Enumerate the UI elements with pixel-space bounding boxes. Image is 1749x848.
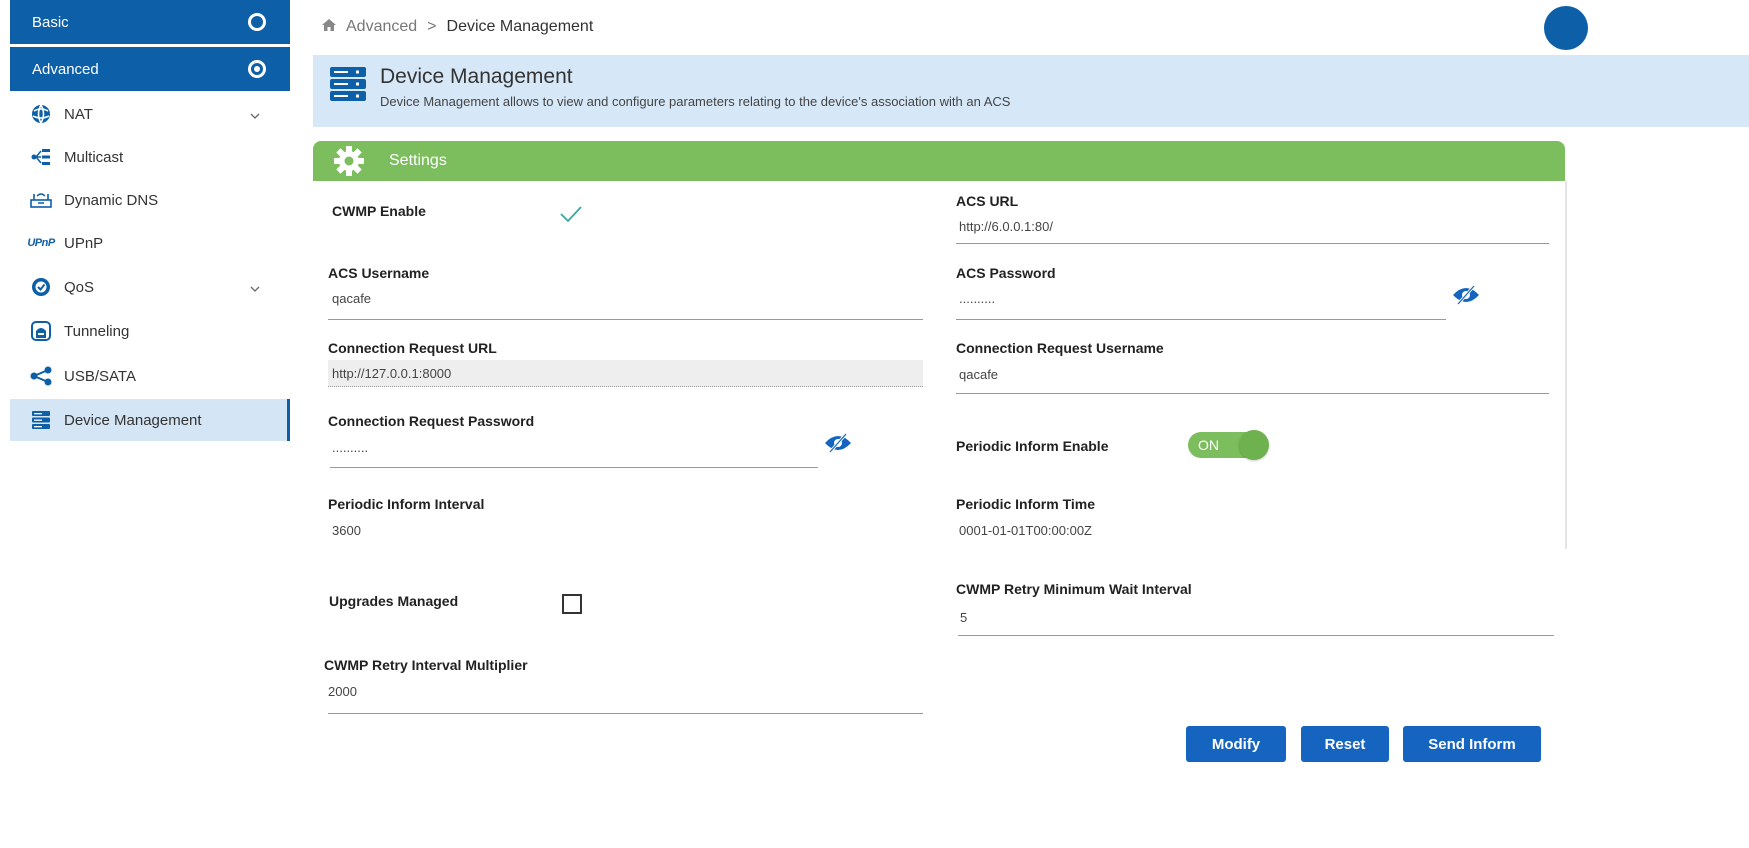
periodic-inform-time-label: Periodic Inform Time — [956, 496, 1095, 512]
sidebar-basic-header[interactable]: Basic — [10, 0, 290, 44]
breadcrumb-separator: > — [427, 18, 437, 35]
page-title: Device Management — [380, 65, 573, 88]
reset-button[interactable]: Reset — [1301, 726, 1389, 762]
sidebar-item-usb-sata[interactable]: USB/SATA — [10, 355, 290, 397]
conn-req-username-input[interactable]: qacafe — [959, 367, 998, 382]
sidebar-advanced-label: Advanced — [32, 60, 99, 78]
acs-password-label: ACS Password — [956, 265, 1056, 281]
sidebar-item-label: Device Management — [64, 411, 202, 429]
conn-req-password-input[interactable]: .......... — [332, 440, 368, 455]
chevron-down-icon — [250, 106, 260, 123]
sidebar-basic-label: Basic — [32, 13, 69, 31]
tunnel-icon — [30, 321, 52, 341]
conn-req-password-label: Connection Request Password — [328, 413, 535, 429]
cwmp-enable-label: CWMP Enable — [332, 203, 426, 219]
periodic-inform-time-input[interactable]: 0001-01-01T00:00:00Z — [959, 523, 1092, 538]
sidebar-item-label: Dynamic DNS — [64, 191, 159, 209]
sidebar-item-label: Tunneling — [64, 322, 130, 340]
server-icon — [330, 67, 366, 106]
upgrades-managed-checkbox[interactable] — [562, 594, 582, 614]
sidebar-item-label: Multicast — [64, 148, 124, 166]
sidebar-item-device-management[interactable]: Device Management — [10, 399, 290, 441]
modify-button[interactable]: Modify — [1186, 726, 1286, 762]
acs-password-input[interactable]: .......... — [959, 291, 995, 306]
chevron-down-icon — [250, 279, 260, 296]
sidebar-item-dynamic-dns[interactable]: Dynamic DNS — [10, 179, 290, 221]
retry-multiplier-underline — [328, 713, 923, 714]
acs-username-underline — [328, 319, 923, 320]
sidebar-item-upnp[interactable]: UPnP UPnP — [10, 222, 290, 264]
sidebar-item-tunneling[interactable]: Tunneling — [10, 310, 290, 352]
eye-slash-icon[interactable] — [824, 433, 852, 458]
server-icon — [30, 410, 52, 430]
sidebar-item-label: NAT — [64, 105, 93, 123]
home-icon[interactable] — [322, 18, 336, 36]
conn-req-password-underline — [330, 467, 818, 468]
eye-slash-icon[interactable] — [1452, 285, 1480, 310]
corner-menu-button[interactable] — [1544, 6, 1588, 50]
radio-circle-icon — [248, 13, 266, 31]
periodic-inform-toggle[interactable]: ON — [1188, 430, 1269, 460]
sidebar-advanced-header[interactable]: Advanced — [10, 47, 290, 91]
share-icon — [30, 366, 52, 386]
page-description: Device Management allows to view and con… — [380, 94, 1011, 109]
periodic-inform-enable-label: Periodic Inform Enable — [956, 438, 1109, 454]
acs-password-underline — [956, 319, 1446, 320]
conn-req-username-label: Connection Request Username — [956, 340, 1164, 356]
acs-url-underline — [956, 243, 1549, 244]
sidebar-item-label: UPnP — [64, 234, 104, 252]
qos-icon — [30, 277, 52, 297]
toggle-state-text: ON — [1198, 437, 1219, 453]
acs-url-input[interactable]: http://6.0.0.1:80/ — [959, 219, 1053, 234]
sidebar-item-label: USB/SATA — [64, 367, 136, 385]
retry-min-wait-underline — [958, 635, 1554, 636]
acs-username-input[interactable]: qacafe — [332, 291, 371, 306]
sidebar: Basic Advanced NAT Multicast Dynamic DNS… — [0, 0, 292, 848]
breadcrumb-current: Device Management — [446, 18, 594, 35]
sidebar-item-nat[interactable]: NAT — [10, 93, 290, 135]
send-inform-button[interactable]: Send Inform — [1403, 726, 1541, 762]
breadcrumb-parent[interactable]: Advanced — [346, 18, 417, 36]
radio-selected-icon — [248, 60, 266, 78]
settings-header: Settings — [313, 141, 1565, 181]
conn-req-username-underline — [956, 393, 1549, 394]
periodic-inform-interval-input[interactable]: 3600 — [332, 523, 361, 538]
conn-req-url-value: http://127.0.0.1:8000 — [332, 366, 452, 381]
conn-req-url-label: Connection Request URL — [328, 340, 497, 356]
gear-icon — [331, 146, 367, 176]
sidebar-item-multicast[interactable]: Multicast — [10, 136, 290, 178]
acs-url-label: ACS URL — [956, 193, 1019, 209]
info-banner: Device Management Device Management allo… — [313, 55, 1749, 127]
periodic-inform-interval-label: Periodic Inform Interval — [328, 496, 485, 512]
upgrades-managed-label: Upgrades Managed — [329, 593, 459, 609]
multicast-icon — [30, 147, 52, 167]
breadcrumb: Advanced > Device Management — [322, 18, 593, 36]
globe-icon — [30, 104, 52, 124]
toggle-knob — [1239, 430, 1269, 460]
retry-min-wait-label: CWMP Retry Minimum Wait Interval — [956, 581, 1192, 597]
sidebar-item-qos[interactable]: QoS — [10, 266, 290, 308]
ddns-icon — [30, 190, 52, 210]
settings-title: Settings — [389, 152, 447, 169]
retry-multiplier-input[interactable]: 2000 — [328, 684, 357, 699]
upnp-icon: UPnP — [27, 237, 55, 249]
sidebar-item-label: QoS — [64, 278, 95, 296]
retry-multiplier-label: CWMP Retry Interval Multiplier — [324, 657, 528, 673]
cwmp-enable-checkmark[interactable] — [560, 205, 582, 228]
retry-min-wait-input[interactable]: 5 — [960, 610, 967, 625]
acs-username-label: ACS Username — [328, 265, 430, 281]
